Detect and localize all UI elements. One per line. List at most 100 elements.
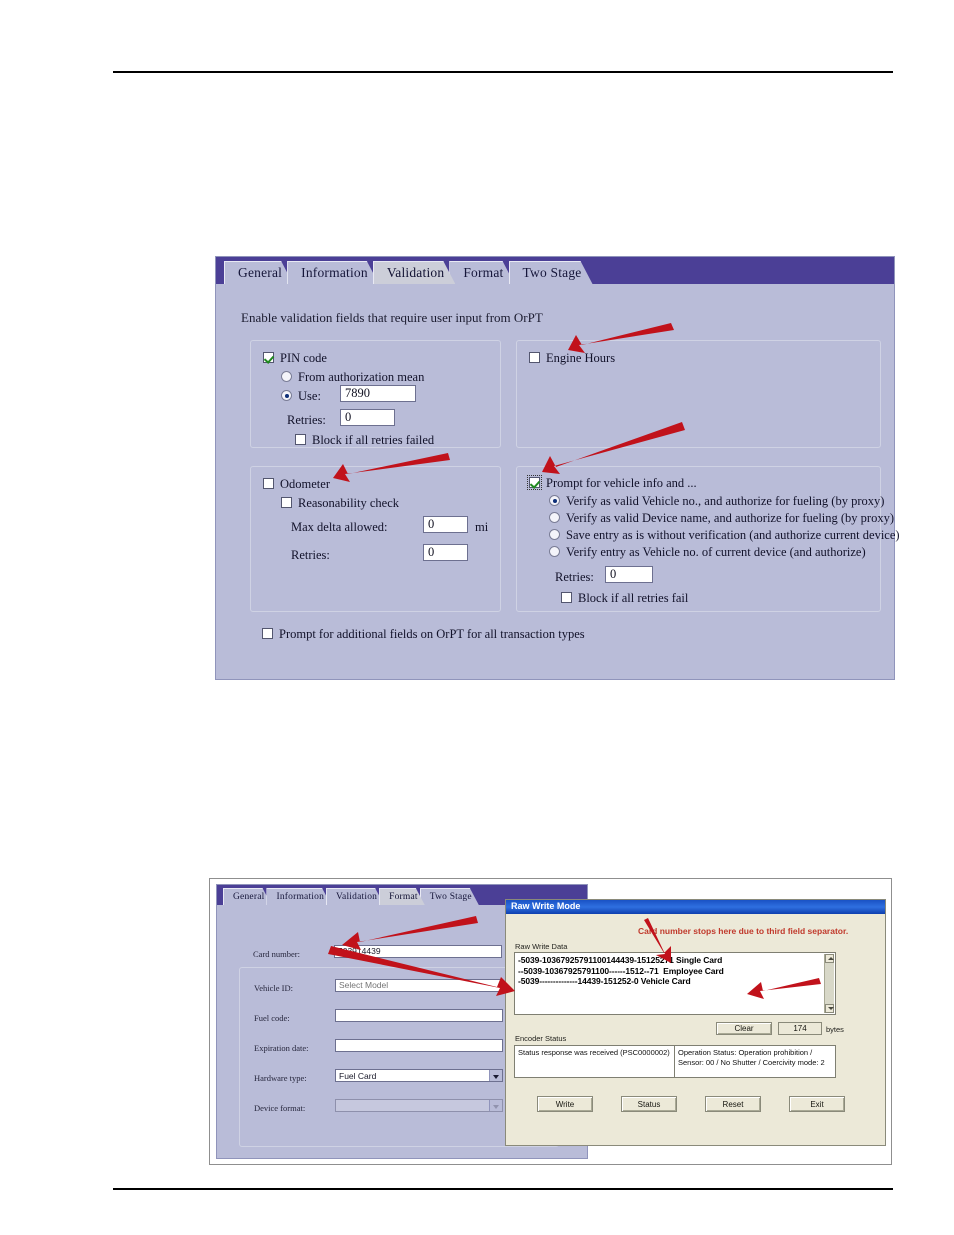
fuel-code-input[interactable] [335, 1009, 503, 1022]
exit-button-label: Exit [810, 1099, 824, 1109]
vehicle-option-0-radio[interactable] [549, 495, 560, 506]
pin-block-checkbox[interactable] [295, 434, 306, 445]
additional-fields-checkbox[interactable] [262, 628, 273, 639]
clear-button-label: Clear [734, 1024, 754, 1033]
odometer-retries-text: Retries: [291, 548, 330, 562]
tab2-validation[interactable]: Validation [326, 888, 384, 905]
tab-two-stage[interactable]: Two Stage [509, 261, 593, 284]
raw-write-data-textarea[interactable]: -5039-10367925791100144439-15125271 Sing… [514, 952, 836, 1015]
tab-validation[interactable]: Validation [373, 261, 456, 284]
pin-retries-label: Retries: [287, 413, 326, 428]
vehicle-option-1-label: Verify as valid Device name, and authori… [566, 511, 895, 525]
fuel-code-label-text: Fuel code: [254, 1013, 290, 1023]
pin-use-label: Use: [298, 389, 321, 403]
hardware-type-value: Fuel Card [339, 1071, 377, 1081]
status-button[interactable]: Status [621, 1096, 677, 1112]
card-number-label-text: Card number: [253, 949, 300, 959]
vehicle-id-label-text: Vehicle ID: [254, 983, 293, 993]
scroll-down-icon[interactable] [825, 1004, 834, 1013]
vehicle-retries-input[interactable] [605, 566, 653, 583]
hardware-type-label: Hardware type: [254, 1073, 307, 1083]
header-rule [113, 71, 893, 73]
vehicle-option-2-radio[interactable] [549, 529, 560, 540]
odometer-checkbox-row[interactable]: Odometer [263, 477, 330, 492]
tab-format[interactable]: Format [449, 261, 514, 284]
device-format-label: Device format: [254, 1103, 305, 1113]
raw-data-line: --5039-10367925791100------1512--71 Empl… [518, 965, 724, 976]
reset-button-label: Reset [722, 1099, 744, 1109]
reasonability-checkbox-row[interactable]: Reasonability check [281, 496, 399, 511]
format-rawwrite-screenshot: General Information Validation Format Tw… [209, 878, 892, 1165]
vehicle-prompt-checkbox-row[interactable]: Prompt for vehicle info and ... [527, 475, 697, 491]
dialog-title-bar: Raw Write Mode [506, 900, 885, 914]
pin-from-auth-radio-row[interactable]: From authorization mean [281, 370, 424, 385]
reasonability-checkbox[interactable] [281, 497, 292, 508]
pin-use-input[interactable] [340, 385, 416, 402]
tab-label: Information [276, 892, 325, 902]
vertical-scrollbar[interactable] [824, 954, 834, 1013]
vehicle-option-3-row[interactable]: Verify entry as Vehicle no. of current d… [549, 545, 866, 560]
additional-fields-checkbox-row[interactable]: Prompt for additional fields on OrPT for… [262, 627, 585, 642]
odometer-group: Odometer Reasonability check Max delta a… [250, 466, 501, 612]
annotation-text-card-number: Card number stops here due to third fiel… [638, 926, 848, 936]
vehicle-option-0-row[interactable]: Verify as valid Vehicle no., and authori… [549, 494, 884, 509]
engine-hours-checkbox[interactable] [529, 352, 540, 363]
tab-strip: General Information Validation Format Tw… [216, 257, 894, 284]
pin-block-checkbox-row[interactable]: Block if all retries failed [295, 433, 434, 448]
exit-button[interactable]: Exit [789, 1096, 845, 1112]
vehicle-prompt-checkbox[interactable] [527, 475, 542, 490]
raw-data-line: -5039--------------14439-151252-0 Vehicl… [518, 976, 691, 986]
pin-retries-input[interactable] [340, 409, 395, 426]
engine-hours-checkbox-row[interactable]: Engine Hours [529, 351, 615, 366]
vehicle-option-1-row[interactable]: Verify as valid Device name, and authori… [549, 511, 894, 526]
tab2-two-stage[interactable]: Two Stage [420, 888, 479, 905]
status-button-label: Status [637, 1099, 661, 1109]
reset-button[interactable]: Reset [705, 1096, 761, 1112]
chevron-down-icon[interactable] [489, 1070, 502, 1081]
vehicle-block-checkbox[interactable] [561, 592, 572, 603]
tab-information[interactable]: Information [287, 261, 379, 284]
max-delta-input[interactable] [423, 516, 468, 533]
expiration-date-input[interactable] [335, 1039, 503, 1052]
tab2-general[interactable]: General [223, 888, 271, 905]
scroll-up-icon[interactable] [825, 954, 834, 963]
max-delta-unit-text: mi [475, 520, 489, 534]
vehicle-id-input[interactable] [335, 979, 503, 992]
raw-write-data-label: Raw Write Data [515, 942, 567, 951]
card-number-input[interactable] [334, 945, 502, 958]
encoder-status-label: Encoder Status [515, 1034, 566, 1043]
odometer-label: Odometer [280, 477, 330, 491]
engine-hours-label: Engine Hours [546, 351, 616, 365]
pin-code-checkbox-row[interactable]: PIN code [263, 351, 327, 366]
pin-code-group: PIN code From authorization mean Use: Re… [250, 340, 501, 448]
write-button-label: Write [555, 1099, 575, 1109]
tab-label: Validation [336, 892, 378, 902]
clear-button[interactable]: Clear [716, 1022, 772, 1035]
validation-panel: Enable validation fields that require us… [216, 284, 900, 679]
expiration-date-label-text: Expiration date: [254, 1043, 309, 1053]
tab-label: Format [389, 892, 418, 902]
device-format-label-text: Device format: [254, 1103, 306, 1113]
tab2-format[interactable]: Format [379, 888, 425, 905]
vehicle-prompt-label: Prompt for vehicle info and ... [546, 476, 697, 490]
pin-from-auth-radio[interactable] [281, 371, 292, 382]
vehicle-block-checkbox-row[interactable]: Block if all retries fail [561, 591, 688, 606]
odometer-retries-input[interactable] [423, 544, 468, 561]
vehicle-info-group: Prompt for vehicle info and ... Verify a… [516, 466, 900, 612]
pin-code-checkbox[interactable] [263, 352, 274, 363]
pin-use-radio[interactable] [281, 390, 292, 401]
bytes-count-field: 174 [778, 1022, 822, 1035]
vehicle-option-1-radio[interactable] [549, 512, 560, 523]
hardware-type-select[interactable]: Fuel Card [335, 1069, 503, 1082]
pin-use-radio-row[interactable]: Use: [281, 389, 321, 404]
tab-general[interactable]: General [224, 261, 293, 284]
write-button[interactable]: Write [537, 1096, 593, 1112]
vehicle-option-2-row[interactable]: Save entry as is without verification (a… [549, 528, 900, 543]
odometer-checkbox[interactable] [263, 478, 274, 489]
encoder-status-box: Status response was received (PSC0000002… [514, 1045, 836, 1078]
additional-fields-label: Prompt for additional fields on OrPT for… [279, 627, 585, 641]
chevron-down-icon-disabled [489, 1100, 502, 1111]
tab2-information[interactable]: Information [266, 888, 331, 905]
vehicle-option-3-radio[interactable] [549, 546, 560, 557]
annotation-text: Card number stops here due to third fiel… [638, 926, 849, 936]
